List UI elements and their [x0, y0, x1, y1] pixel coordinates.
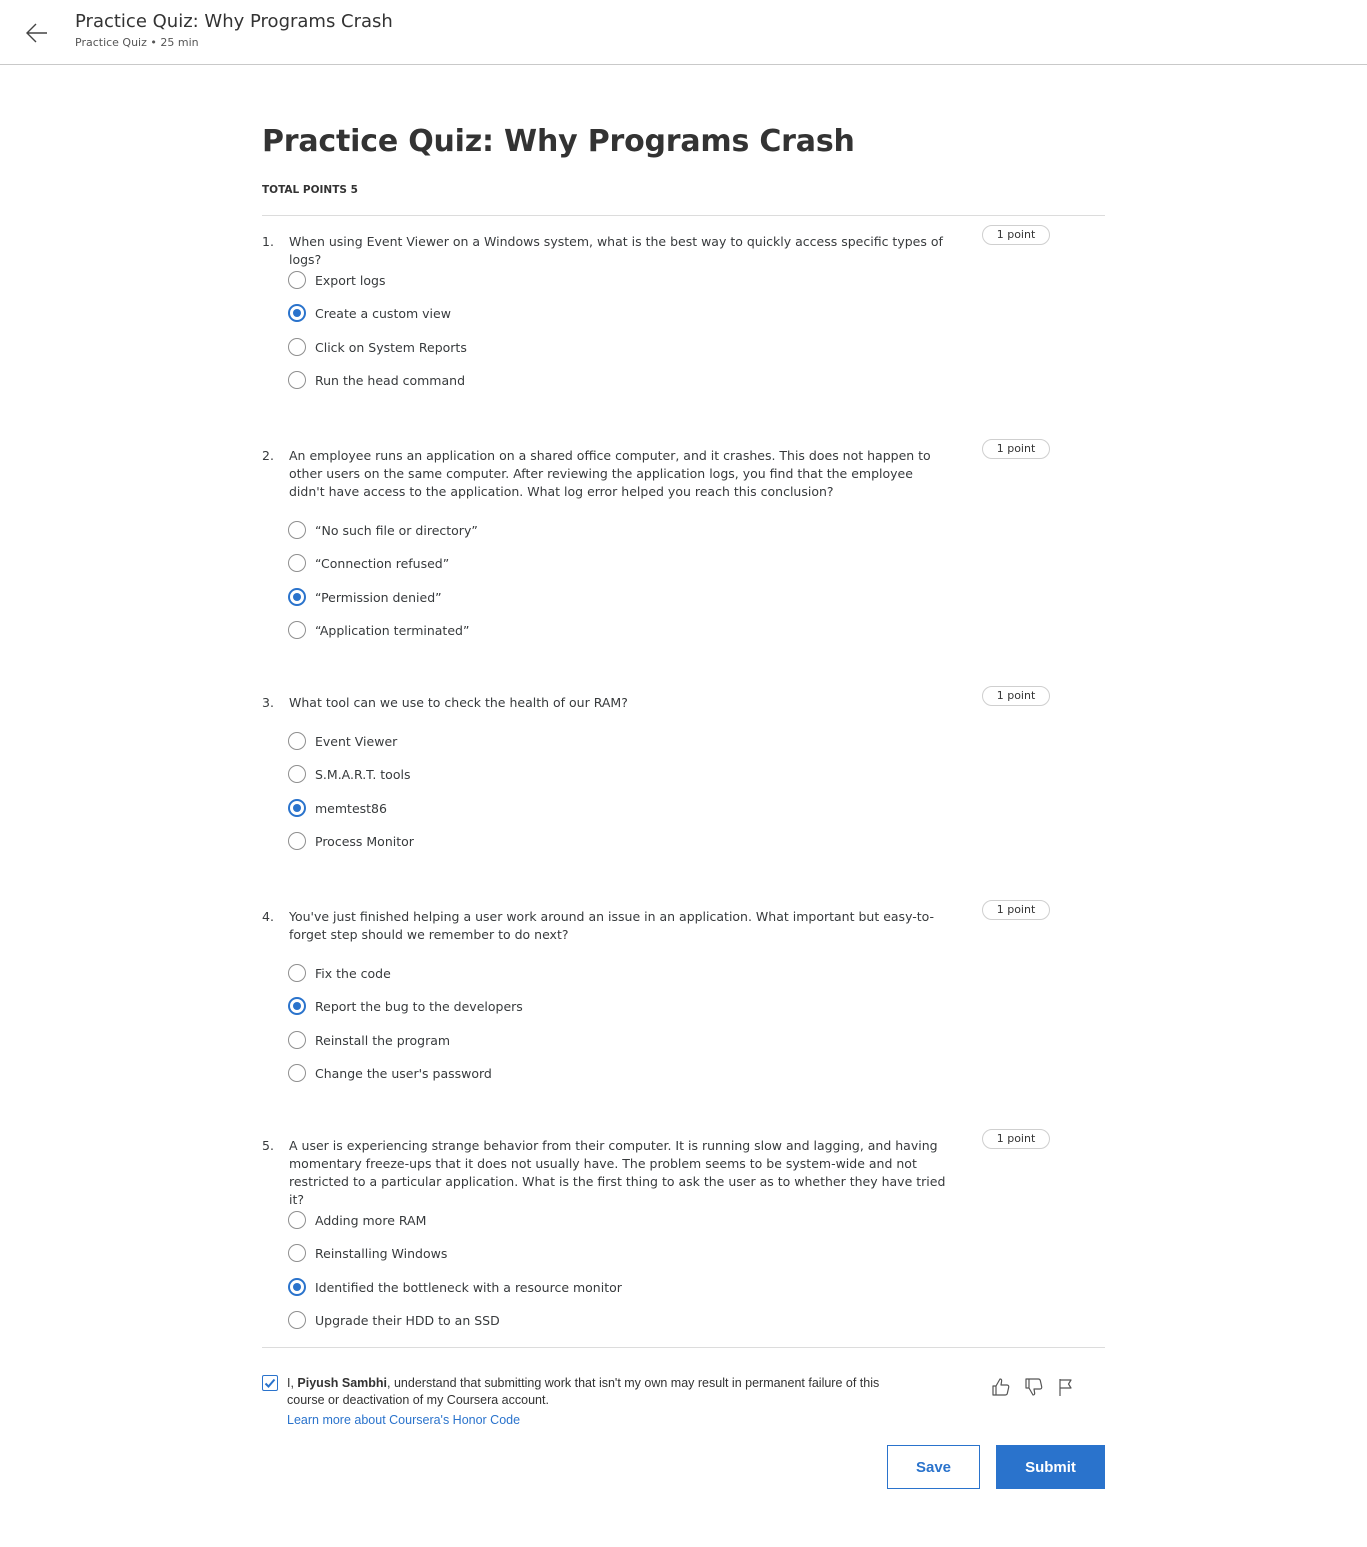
radio-selected[interactable]	[288, 304, 306, 322]
answer-option[interactable]: “Application terminated”	[288, 620, 469, 640]
back-button[interactable]	[22, 18, 52, 48]
radio-unselected[interactable]	[288, 1031, 306, 1049]
answer-option-label: Click on System Reports	[315, 339, 467, 355]
answer-option[interactable]: Create a custom view	[288, 303, 451, 323]
honor-code-checkbox[interactable]	[262, 1375, 278, 1391]
answer-option-label: Reinstalling Windows	[315, 1245, 448, 1261]
save-button[interactable]: Save	[887, 1445, 980, 1489]
question-text: A user is experiencing strange behavior …	[289, 1138, 946, 1207]
answer-option[interactable]: Run the head command	[288, 370, 465, 390]
points-badge: 1 point	[982, 900, 1050, 920]
radio-unselected[interactable]	[288, 521, 306, 539]
answer-option-label: Event Viewer	[315, 733, 398, 749]
answer-option[interactable]: S.M.A.R.T. tools	[288, 764, 410, 784]
answer-option[interactable]: Report the bug to the developers	[288, 996, 523, 1016]
answer-option-label: Change the user's password	[315, 1065, 492, 1081]
answer-option-label: S.M.A.R.T. tools	[315, 766, 411, 782]
radio-unselected[interactable]	[288, 832, 306, 850]
answer-option-label: Report the bug to the developers	[315, 998, 523, 1014]
question-number: 2.	[262, 448, 274, 463]
radio-unselected[interactable]	[288, 765, 306, 783]
radio-unselected[interactable]	[288, 1311, 306, 1329]
answer-option[interactable]: Event Viewer	[288, 731, 397, 751]
thumbs-down-icon[interactable]	[1023, 1376, 1045, 1398]
checkmark-icon	[264, 1378, 276, 1388]
submit-button[interactable]: Submit	[996, 1445, 1105, 1489]
answer-option-label: Reinstall the program	[315, 1032, 451, 1048]
answer-option-label: Upgrade their HDD to an SSD	[315, 1312, 500, 1328]
answer-option-label: memtest86	[315, 800, 387, 816]
question-number: 4.	[262, 909, 274, 924]
top-bar: Practice Quiz: Why Programs Crash Practi…	[0, 0, 1367, 65]
radio-selected[interactable]	[288, 799, 306, 817]
answer-option-label: Adding more RAM	[315, 1212, 427, 1228]
answer-option-label: “Connection refused”	[315, 555, 450, 571]
points-badge: 1 point	[982, 439, 1050, 459]
radio-unselected[interactable]	[288, 1064, 306, 1082]
answer-option[interactable]: Adding more RAM	[288, 1210, 426, 1230]
honor-code-statement: I, Piyush Sambhi, understand that submit…	[287, 1375, 897, 1409]
radio-unselected[interactable]	[288, 338, 306, 356]
question-text: What tool can we use to check the health…	[289, 695, 628, 710]
answer-option[interactable]: Change the user's password	[288, 1063, 492, 1083]
answer-option-label: “Permission denied”	[315, 589, 442, 605]
question-number: 3.	[262, 695, 274, 710]
answer-option-label: Identified the bottleneck with a resourc…	[315, 1279, 622, 1295]
answer-option[interactable]: Export logs	[288, 270, 385, 290]
radio-unselected[interactable]	[288, 371, 306, 389]
answer-option[interactable]: “Connection refused”	[288, 553, 449, 573]
points-badge: 1 point	[982, 1129, 1050, 1149]
answer-option[interactable]: Click on System Reports	[288, 337, 467, 357]
answer-option[interactable]: Process Monitor	[288, 831, 414, 851]
answer-option[interactable]: Upgrade their HDD to an SSD	[288, 1310, 500, 1330]
points-badge: 1 point	[982, 225, 1050, 245]
question-text: An employee runs an application on a sha…	[289, 448, 931, 499]
radio-unselected[interactable]	[288, 732, 306, 750]
question-text: When using Event Viewer on a Windows sys…	[289, 234, 943, 267]
header-subtitle: Practice Quiz • 25 min	[75, 36, 199, 49]
honor-prefix: I,	[287, 1376, 298, 1390]
radio-unselected[interactable]	[288, 1244, 306, 1262]
answer-option[interactable]: Reinstall the program	[288, 1030, 450, 1050]
total-points: TOTAL POINTS 5	[262, 184, 358, 196]
quiz-title: Practice Quiz: Why Programs Crash	[262, 124, 855, 159]
radio-unselected[interactable]	[288, 1211, 306, 1229]
answer-option[interactable]: memtest86	[288, 798, 387, 818]
arrow-left-icon	[26, 23, 47, 43]
answer-option[interactable]: Identified the bottleneck with a resourc…	[288, 1277, 622, 1297]
question-number: 1.	[262, 234, 274, 249]
answer-option-label: Process Monitor	[315, 833, 414, 849]
header-title: Practice Quiz: Why Programs Crash	[75, 11, 393, 32]
radio-unselected[interactable]	[288, 271, 306, 289]
answer-option-label: Export logs	[315, 272, 386, 288]
radio-unselected[interactable]	[288, 621, 306, 639]
answer-option[interactable]: “No such file or directory”	[288, 520, 478, 540]
answer-option-label: Run the head command	[315, 372, 465, 388]
answer-option-label: Create a custom view	[315, 305, 451, 321]
radio-selected[interactable]	[288, 997, 306, 1015]
divider-bottom	[262, 1347, 1105, 1348]
question-text: You've just finished helping a user work…	[289, 909, 935, 942]
answer-option[interactable]: “Permission denied”	[288, 587, 442, 607]
answer-option-label: “Application terminated”	[315, 622, 470, 638]
honor-code-link[interactable]: Learn more about Coursera's Honor Code	[287, 1413, 520, 1427]
radio-selected[interactable]	[288, 1278, 306, 1296]
thumbs-up-icon[interactable]	[990, 1376, 1012, 1398]
answer-option-label: Fix the code	[315, 965, 391, 981]
answer-option[interactable]: Reinstalling Windows	[288, 1243, 447, 1263]
radio-unselected[interactable]	[288, 554, 306, 572]
question-number: 5.	[262, 1138, 274, 1153]
learner-name: Piyush Sambhi	[297, 1376, 388, 1390]
points-badge: 1 point	[982, 686, 1050, 706]
radio-selected[interactable]	[288, 588, 306, 606]
radio-unselected[interactable]	[288, 964, 306, 982]
answer-option-label: “No such file or directory”	[315, 522, 478, 538]
divider-top	[262, 215, 1105, 216]
flag-icon[interactable]	[1055, 1376, 1077, 1398]
answer-option[interactable]: Fix the code	[288, 963, 391, 983]
